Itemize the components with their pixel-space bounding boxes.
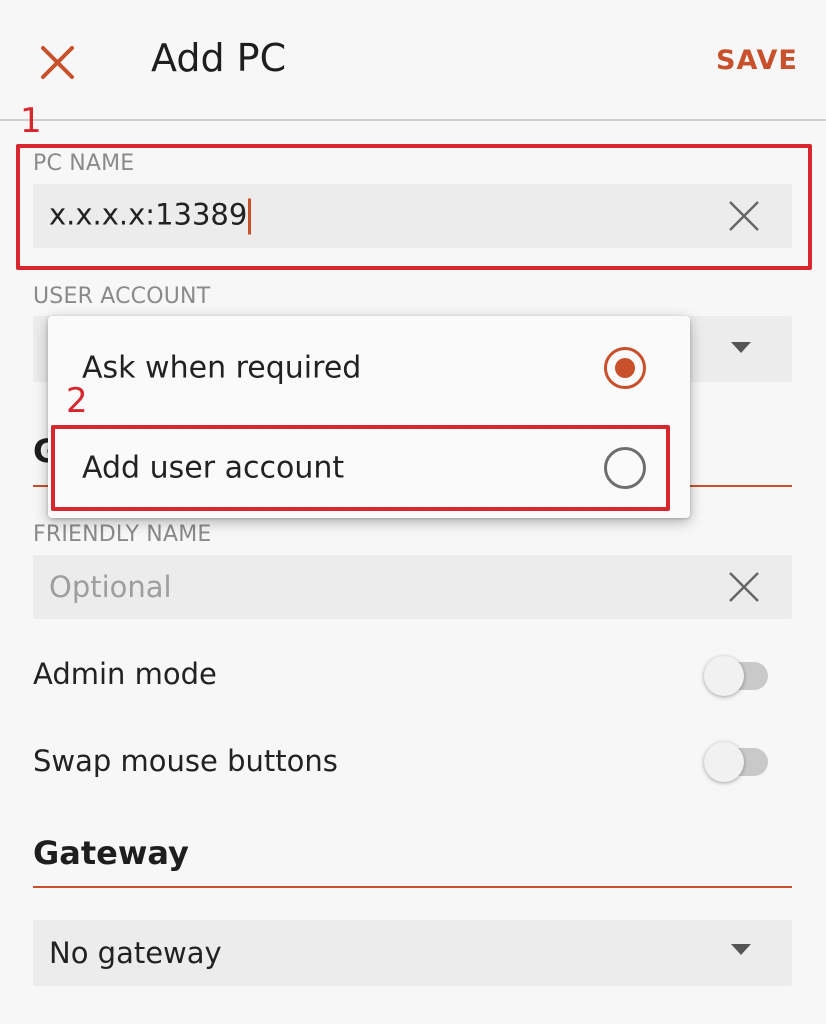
annotation-number-2: 2 [66, 381, 88, 421]
gateway-section-divider [33, 886, 792, 888]
friendly-name-placeholder: Optional [49, 570, 172, 604]
clear-icon[interactable] [726, 198, 762, 234]
admin-mode-toggle[interactable] [704, 656, 768, 696]
swap-mouse-buttons-label: Swap mouse buttons [33, 744, 338, 778]
toggle-thumb [704, 742, 744, 782]
chevron-down-icon [731, 944, 751, 955]
text-caret [248, 198, 252, 235]
friendly-name-field[interactable]: Optional [33, 555, 792, 619]
gateway-selected-value: No gateway [49, 936, 222, 970]
clear-icon[interactable] [726, 569, 762, 605]
menu-item-ask-when-required[interactable]: Ask when required [48, 318, 690, 418]
pc-name-value: x.x.x.x:13389 [49, 198, 252, 235]
pc-name-label: PC NAME [33, 151, 135, 176]
close-icon [41, 46, 74, 79]
close-button[interactable] [36, 40, 80, 84]
save-button[interactable]: SAVE [716, 45, 798, 76]
user-account-label: USER ACCOUNT [33, 284, 211, 309]
radio-selected-icon[interactable] [604, 347, 646, 389]
friendly-name-label: FRIENDLY NAME [33, 522, 212, 547]
gateway-section-title: Gateway [33, 834, 189, 872]
pc-name-field[interactable]: x.x.x.x:13389 [33, 184, 792, 248]
toggle-thumb [704, 656, 744, 696]
gateway-dropdown[interactable]: No gateway [33, 920, 792, 986]
admin-mode-label: Admin mode [33, 657, 217, 691]
annotation-box-2 [51, 425, 670, 511]
annotation-number-1: 1 [20, 101, 42, 141]
header-divider [0, 119, 826, 121]
page-title: Add PC [151, 36, 287, 80]
chevron-down-icon [731, 342, 751, 353]
menu-item-label: Ask when required [82, 350, 362, 386]
swap-mouse-buttons-toggle[interactable] [704, 742, 768, 782]
